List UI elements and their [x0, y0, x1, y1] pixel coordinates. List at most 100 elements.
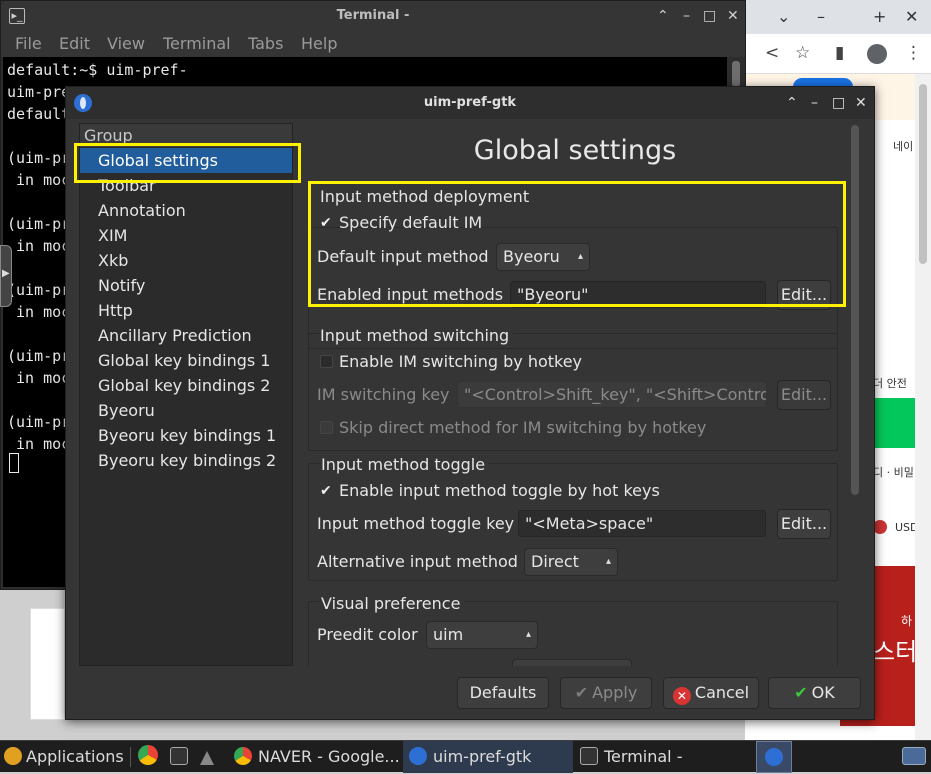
terminal-line: default [7, 105, 71, 123]
minimize-icon[interactable]: – [817, 7, 825, 26]
uim-app-icon [765, 748, 783, 766]
toggle-key-field[interactable]: "<Meta>space" [518, 510, 766, 537]
preedit-color-value: uim [433, 625, 464, 644]
group-list: Group Global settings Toolbar Annotation… [79, 123, 293, 666]
sidebar-item-byeoru[interactable]: Byeoru [80, 398, 292, 423]
profile-icon[interactable] [867, 44, 887, 64]
minimize-icon[interactable]: – [683, 1, 690, 31]
terminal-line: in moc [7, 369, 71, 387]
dialog-title: uim-pref-gtk [423, 95, 517, 110]
menu-help[interactable]: Help [301, 34, 337, 53]
page-title: Global settings [473, 135, 677, 166]
task-terminal-label: Terminal - [604, 747, 683, 766]
menu-terminal[interactable]: Terminal [163, 34, 231, 53]
enable-toggle-checkbox[interactable]: ✔ [320, 484, 334, 498]
sidebar-item-annotation[interactable]: Annotation [80, 198, 292, 223]
deployment-title: Input method deployment [320, 187, 530, 206]
enabled-im-edit-button[interactable]: Edit... [777, 280, 831, 310]
enable-switching-label[interactable]: Enable IM switching by hotkey [339, 352, 582, 371]
terminal-title: Terminal - [336, 8, 410, 23]
star-icon[interactable]: ☆ [795, 43, 810, 63]
chevron-up-icon[interactable]: ⌃ [657, 1, 669, 31]
specify-default-checkbox[interactable]: ✔ [320, 216, 334, 230]
sidebar-item-byeoru-key-bindings-2[interactable]: Byeoru key bindings 2 [80, 448, 292, 473]
specify-default-label[interactable]: Specify default IM [339, 213, 482, 232]
terminal-line: in moc [7, 171, 71, 189]
updown-arrows-icon: ▴ [577, 251, 583, 262]
alt-im-value: Direct [531, 552, 579, 571]
show-desktop[interactable] [902, 741, 931, 773]
plus-icon[interactable]: + [873, 7, 886, 26]
preedit-color-select[interactable]: uim ▴ [426, 621, 538, 649]
sidebar-item-xim[interactable]: XIM [80, 223, 292, 248]
task-naver-label: NAVER - Google... [258, 747, 400, 766]
group-column-header[interactable]: Group [80, 124, 292, 148]
menu-tabs[interactable]: Tabs [248, 34, 283, 53]
terminal-line: in moc [7, 435, 71, 453]
kebab-menu-icon[interactable]: ⋮ [905, 43, 922, 63]
chevron-up-icon[interactable]: ⌃ [786, 87, 798, 119]
check-icon: ✔ [794, 683, 808, 702]
maximize-icon[interactable]: □ [703, 1, 716, 31]
settings-scrollbar[interactable] [850, 125, 860, 665]
sidebar-item-global-key-bindings-1[interactable]: Global key bindings 1 [80, 348, 292, 373]
terminal-menubar: File Edit View Terminal Tabs Help [1, 31, 745, 57]
side-handle[interactable]: ▶ [0, 245, 12, 307]
chevron-down-icon[interactable]: ⌄ [777, 7, 790, 26]
tray-uim-indicator[interactable] [756, 741, 792, 773]
cancel-button[interactable]: ✕ Cancel [663, 677, 759, 709]
tools-launcher[interactable] [200, 741, 220, 773]
task-uim-label: uim-pref-gtk [433, 747, 532, 766]
sidebar-item-byeoru-key-bindings-1[interactable]: Byeoru key bindings 1 [80, 423, 292, 448]
sidebar-item-global-settings[interactable]: Global settings [80, 148, 292, 173]
enabled-im-field[interactable]: "Byeoru" [510, 281, 766, 308]
sidebar-item-ancillary-prediction[interactable]: Ancillary Prediction [80, 323, 292, 348]
maximize-icon[interactable]: □ [832, 87, 845, 119]
alt-im-select[interactable]: Direct ▴ [524, 548, 618, 576]
chrome-launcher[interactable] [138, 741, 164, 773]
task-terminal[interactable]: Terminal - [580, 741, 682, 773]
sidepanel-icon[interactable]: ▮ [835, 43, 844, 63]
enable-switching-checkbox[interactable] [320, 355, 333, 368]
enable-toggle-label[interactable]: Enable input method toggle by hot keys [339, 481, 660, 500]
tools-icon [200, 751, 214, 765]
minimize-icon[interactable]: – [811, 87, 818, 119]
defaults-button[interactable]: Defaults [457, 677, 549, 709]
task-naver[interactable]: NAVER - Google... [234, 741, 400, 773]
visual-title: Visual preference [321, 594, 465, 613]
sidebar-item-xkb[interactable]: Xkb [80, 248, 292, 273]
menu-edit[interactable]: Edit [59, 34, 90, 53]
toggle-key-label: Input method toggle key [317, 514, 515, 533]
sidebar-item-http[interactable]: Http [80, 298, 292, 323]
uim-app-icon [74, 94, 92, 112]
default-im-select[interactable]: Byeoru ▴ [496, 243, 590, 271]
browser-scrollbar[interactable] [915, 74, 931, 740]
close-icon[interactable]: ✕ [855, 87, 867, 119]
terminal-icon [170, 747, 188, 765]
share-icon[interactable]: < [765, 43, 779, 63]
sidebar-item-global-key-bindings-2[interactable]: Global key bindings 2 [80, 373, 292, 398]
taskbar: Applications NAVER - Google... uim-pref-… [0, 740, 931, 773]
terminal-titlebar: ▸_ Terminal - ⌃ – □ ✕ [1, 1, 745, 31]
uim-app-icon [409, 747, 427, 765]
terminal-launcher[interactable] [170, 741, 194, 773]
switching-key-field: "<Control>Shift_key", "<Shift>Control [457, 381, 767, 408]
dialog-titlebar: uim-pref-gtk ⌃ – □ ✕ [66, 87, 874, 119]
skip-direct-label: Skip direct method for IM switching by h… [339, 418, 707, 437]
toggle-key-edit-button[interactable]: Edit... [777, 509, 831, 539]
green-banner[interactable] [875, 398, 915, 448]
applications-menu[interactable]: Applications [4, 741, 124, 773]
skip-direct-checkbox [320, 421, 333, 434]
menu-view[interactable]: View [107, 34, 145, 53]
menu-file[interactable]: File [15, 34, 42, 53]
close-icon[interactable]: ✕ [905, 7, 918, 26]
terminal-app-icon: ▸_ [9, 8, 25, 24]
close-icon[interactable]: ✕ [727, 1, 739, 31]
next-select[interactable] [512, 659, 632, 666]
sidebar-item-notify[interactable]: Notify [80, 273, 292, 298]
task-uim-pref[interactable]: uim-pref-gtk [403, 741, 573, 773]
terminal-line: uim-pre [7, 83, 71, 101]
ok-button[interactable]: ✔ OK [768, 677, 861, 709]
apply-button[interactable]: ✔ Apply [560, 677, 652, 709]
sidebar-item-toolbar[interactable]: Toolbar [80, 173, 292, 198]
